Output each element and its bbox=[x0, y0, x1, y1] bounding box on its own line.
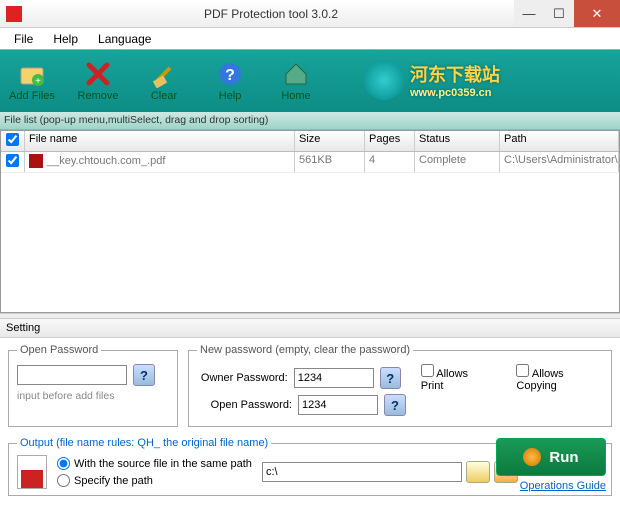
radio-same-path[interactable]: With the source file in the same path bbox=[57, 457, 252, 470]
pdf-big-icon bbox=[17, 455, 47, 489]
open-password2-label: Open Password: bbox=[197, 399, 292, 411]
menu-language[interactable]: Language bbox=[88, 30, 161, 48]
watermark-text: 河东下载站 bbox=[410, 61, 500, 87]
titlebar: PDF Protection tool 3.0.2 — ☐ ✕ bbox=[0, 0, 620, 28]
filelist-caption: File list (pop-up menu,multiSelect, drag… bbox=[0, 112, 620, 130]
path-input[interactable] bbox=[262, 462, 462, 482]
run-label: Run bbox=[549, 449, 578, 466]
home-label: Home bbox=[281, 90, 310, 102]
operations-guide-link[interactable]: Operations Guide bbox=[496, 480, 606, 492]
gear-icon bbox=[523, 448, 541, 466]
header-checkbox[interactable] bbox=[1, 131, 25, 151]
setting-header: Setting bbox=[0, 319, 620, 338]
cell-pages: 4 bbox=[365, 152, 415, 172]
remove-icon bbox=[84, 60, 112, 88]
owner-password-help-icon[interactable]: ? bbox=[380, 367, 401, 389]
allows-print-checkbox[interactable]: Allows Print bbox=[421, 364, 491, 392]
clear-icon bbox=[150, 60, 178, 88]
open-password2-input[interactable] bbox=[298, 395, 378, 415]
help-button[interactable]: ? Help bbox=[206, 60, 254, 102]
output-legend: Output (file name rules: QH_ the origina… bbox=[17, 437, 271, 449]
path-action-icon[interactable] bbox=[466, 461, 490, 483]
window-buttons: — ☐ ✕ bbox=[514, 0, 620, 27]
open-password2-help-icon[interactable]: ? bbox=[384, 394, 406, 416]
remove-label: Remove bbox=[78, 90, 119, 102]
output-icon-box bbox=[17, 455, 47, 489]
grid-header: File name Size Pages Status Path bbox=[1, 131, 619, 152]
open-password-help-icon[interactable]: ? bbox=[133, 364, 155, 386]
toolbar: + Add Files Remove Clear ? Help Home 河东下… bbox=[0, 50, 620, 112]
close-button[interactable]: ✕ bbox=[574, 0, 620, 27]
run-button[interactable]: Run bbox=[496, 438, 606, 476]
run-box: Run Operations Guide bbox=[496, 438, 606, 492]
menubar: File Help Language bbox=[0, 28, 620, 50]
remove-button[interactable]: Remove bbox=[74, 60, 122, 102]
help-label: Help bbox=[219, 90, 242, 102]
cell-filename: __key.chtouch.com_.pdf bbox=[25, 152, 295, 172]
open-password-legend: Open Password bbox=[17, 344, 101, 356]
col-path[interactable]: Path bbox=[500, 131, 619, 151]
svg-text:?: ? bbox=[225, 67, 235, 84]
open-password-input[interactable] bbox=[17, 365, 127, 385]
owner-password-label: Owner Password: bbox=[197, 372, 288, 384]
col-size[interactable]: Size bbox=[295, 131, 365, 151]
minimize-button[interactable]: — bbox=[514, 0, 544, 27]
cell-path: C:\Users\Administrator\Desk... bbox=[500, 152, 619, 172]
table-row[interactable]: __key.chtouch.com_.pdf 561KB 4 Complete … bbox=[1, 152, 619, 173]
row-checkbox[interactable] bbox=[1, 152, 25, 172]
settings-panel: Open Password ? input before add files N… bbox=[0, 338, 620, 433]
pdf-icon bbox=[29, 154, 43, 168]
maximize-button[interactable]: ☐ bbox=[544, 0, 574, 27]
app-icon bbox=[6, 6, 22, 22]
home-icon bbox=[282, 60, 310, 88]
menu-file[interactable]: File bbox=[4, 30, 43, 48]
grid-body[interactable]: __key.chtouch.com_.pdf 561KB 4 Complete … bbox=[1, 152, 619, 312]
owner-password-input[interactable] bbox=[294, 368, 374, 388]
add-files-label: Add Files bbox=[9, 90, 55, 102]
cell-size: 561KB bbox=[295, 152, 365, 172]
watermark: 河东下载站 www.pc0359.cn bbox=[364, 60, 500, 100]
watermark-url: www.pc0359.cn bbox=[410, 87, 500, 99]
col-filename[interactable]: File name bbox=[25, 131, 295, 151]
cell-status: Complete bbox=[415, 152, 500, 172]
menu-help[interactable]: Help bbox=[43, 30, 88, 48]
new-password-group: New password (empty, clear the password)… bbox=[188, 344, 612, 427]
col-pages[interactable]: Pages bbox=[365, 131, 415, 151]
file-grid: File name Size Pages Status Path __key.c… bbox=[0, 130, 620, 313]
add-files-icon: + bbox=[18, 60, 46, 88]
allows-copying-checkbox[interactable]: Allows Copying bbox=[516, 364, 603, 392]
home-button[interactable]: Home bbox=[272, 60, 320, 102]
output-radios: With the source file in the same path Sp… bbox=[57, 457, 252, 487]
open-password-hint: input before add files bbox=[17, 390, 169, 402]
col-status[interactable]: Status bbox=[415, 131, 500, 151]
watermark-logo-icon bbox=[364, 60, 404, 100]
clear-label: Clear bbox=[151, 90, 177, 102]
svg-text:+: + bbox=[35, 76, 41, 87]
clear-button[interactable]: Clear bbox=[140, 60, 188, 102]
help-icon: ? bbox=[216, 60, 244, 88]
window-title: PDF Protection tool 3.0.2 bbox=[28, 7, 514, 21]
new-password-legend: New password (empty, clear the password) bbox=[197, 344, 413, 356]
radio-specify-path[interactable]: Specify the path bbox=[57, 474, 252, 487]
add-files-button[interactable]: + Add Files bbox=[8, 60, 56, 102]
open-password-group: Open Password ? input before add files bbox=[8, 344, 178, 427]
